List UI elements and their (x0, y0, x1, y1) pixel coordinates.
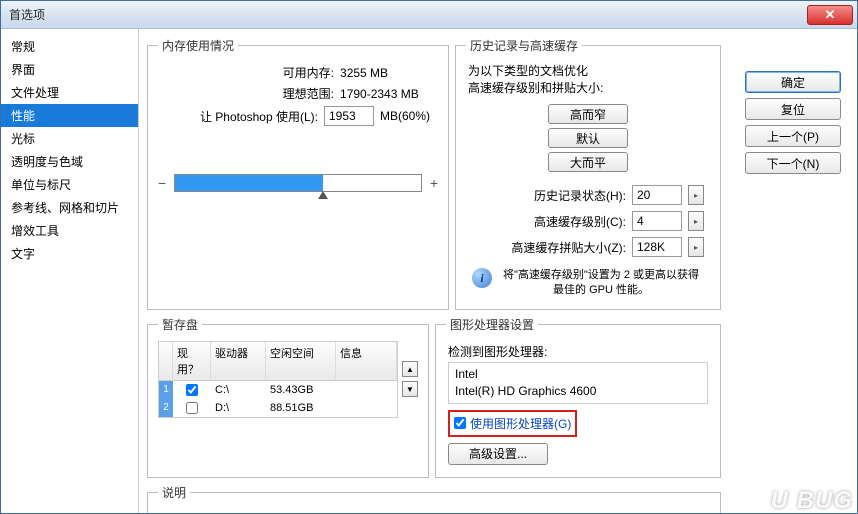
drive-cell: D:\ (211, 402, 266, 414)
sidebar-item-units[interactable]: 单位与标尺 (1, 173, 138, 196)
gpu-model: Intel(R) HD Graphics 4600 (455, 383, 701, 400)
gpu-panel: 图形处理器设置 检测到图形处理器: Intel Intel(R) HD Grap… (435, 316, 721, 478)
reset-button[interactable]: 复位 (745, 98, 841, 120)
prev-button[interactable]: 上一个(P) (745, 125, 841, 147)
scratch-active-checkbox[interactable] (186, 384, 198, 396)
gpu-legend: 图形处理器设置 (446, 316, 538, 333)
sidebar-item-plugins[interactable]: 增效工具 (1, 219, 138, 242)
ideal-range-value: 1790-2343 MB (340, 87, 430, 101)
gpu-vendor: Intel (455, 366, 701, 383)
history-cache-panel: 历史记录与高速缓存 为以下类型的文档优化 高速缓存级别和拼贴大小: 高而窄 默认… (455, 37, 721, 310)
description-legend: 说明 (158, 484, 190, 501)
table-row[interactable]: 1 C:\ 53.43GB (159, 381, 397, 399)
cache-tile-stepper[interactable]: ▸ (688, 237, 704, 257)
sidebar-item-interface[interactable]: 界面 (1, 58, 138, 81)
sidebar-item-cursors[interactable]: 光标 (1, 127, 138, 150)
slider-thumb[interactable] (318, 191, 328, 199)
window-title: 首选项 (9, 6, 45, 23)
next-button[interactable]: 下一个(N) (745, 152, 841, 174)
info-icon: i (472, 268, 492, 288)
scratch-table: 现用？ 驱动器 空闲空间 信息 1 C:\ (158, 341, 398, 418)
cache-levels-label: 高速缓存级别(C): (534, 213, 626, 230)
cache-tile-label: 高速缓存拼贴大小(Z): (511, 239, 626, 256)
gpu-info-box: Intel Intel(R) HD Graphics 4600 (448, 362, 708, 404)
use-gpu-label[interactable]: 使用图形处理器(G) (470, 415, 571, 432)
scratch-active-checkbox[interactable] (186, 402, 198, 414)
use-gpu-checkbox[interactable] (454, 417, 466, 429)
th-active: 现用？ (173, 342, 211, 380)
sidebar: 常规 界面 文件处理 性能 光标 透明度与色域 单位与标尺 参考线、网格和切片 … (1, 29, 139, 513)
slider-minus[interactable]: − (158, 175, 166, 191)
big-flat-button[interactable]: 大而平 (548, 152, 628, 172)
memory-panel: 内存使用情况 可用内存: 3255 MB 理想范围: 1790-2343 MB … (147, 37, 449, 310)
scratch-legend: 暂存盘 (158, 316, 202, 333)
description-panel: 说明 (147, 484, 721, 513)
history-states-input[interactable] (632, 185, 682, 205)
space-cell: 88.51GB (266, 402, 336, 414)
cache-levels-stepper[interactable]: ▸ (688, 211, 704, 231)
sidebar-item-general[interactable]: 常规 (1, 35, 138, 58)
cache-levels-input[interactable] (632, 211, 682, 231)
history-states-stepper[interactable]: ▸ (688, 185, 704, 205)
sidebar-item-type[interactable]: 文字 (1, 242, 138, 265)
sidebar-item-transparency[interactable]: 透明度与色域 (1, 150, 138, 173)
row-num: 2 (159, 399, 173, 417)
tall-thin-button[interactable]: 高而窄 (548, 104, 628, 124)
ok-button[interactable]: 确定 (745, 71, 841, 93)
row-num: 1 (159, 381, 173, 399)
memory-legend: 内存使用情况 (158, 37, 238, 54)
watermark: U BUG (771, 487, 853, 513)
space-cell: 53.43GB (266, 384, 336, 396)
th-drive: 驱动器 (211, 342, 266, 380)
slider-fill (175, 175, 322, 191)
history-head2: 高速缓存级别和拼贴大小: (466, 79, 710, 96)
use-gpu-highlight: 使用图形处理器(G) (448, 410, 577, 437)
table-row[interactable]: 2 D:\ 88.51GB (159, 399, 397, 417)
move-down-button[interactable]: ▼ (402, 381, 418, 397)
scratch-disk-panel: 暂存盘 现用？ 驱动器 空闲空间 信息 (147, 316, 429, 478)
th-info: 信息 (336, 342, 397, 380)
available-ram-value: 3255 MB (340, 66, 430, 80)
move-up-button[interactable]: ▲ (402, 361, 418, 377)
memory-slider[interactable] (174, 174, 422, 192)
history-legend: 历史记录与高速缓存 (466, 37, 582, 54)
let-ps-use-label: 让 Photoshop 使用(L): (158, 108, 318, 125)
advanced-settings-button[interactable]: 高级设置... (448, 443, 548, 465)
history-states-label: 历史记录状态(H): (534, 187, 626, 204)
cache-tile-input[interactable] (632, 237, 682, 257)
sidebar-item-performance[interactable]: 性能 (1, 104, 138, 127)
default-button[interactable]: 默认 (548, 128, 628, 148)
ideal-range-label: 理想范围: (174, 85, 334, 102)
gpu-detect-label: 检测到图形处理器: (448, 343, 708, 360)
let-ps-use-input[interactable] (324, 106, 374, 126)
slider-plus[interactable]: + (430, 175, 438, 191)
th-space: 空闲空间 (266, 342, 336, 380)
drive-cell: C:\ (211, 384, 266, 396)
let-ps-use-suffix: MB(60%) (380, 109, 430, 123)
sidebar-item-guides[interactable]: 参考线、网格和切片 (1, 196, 138, 219)
history-head1: 为以下类型的文档优化 (466, 62, 710, 79)
available-ram-label: 可用内存: (174, 64, 334, 81)
sidebar-item-filehandling[interactable]: 文件处理 (1, 81, 138, 104)
titlebar: 首选项 ✕ (1, 1, 857, 29)
close-button[interactable]: ✕ (807, 5, 853, 25)
cache-info-text: 将"高速缓存级别"设置为 2 或更高以获得最佳的 GPU 性能。 (498, 268, 704, 299)
